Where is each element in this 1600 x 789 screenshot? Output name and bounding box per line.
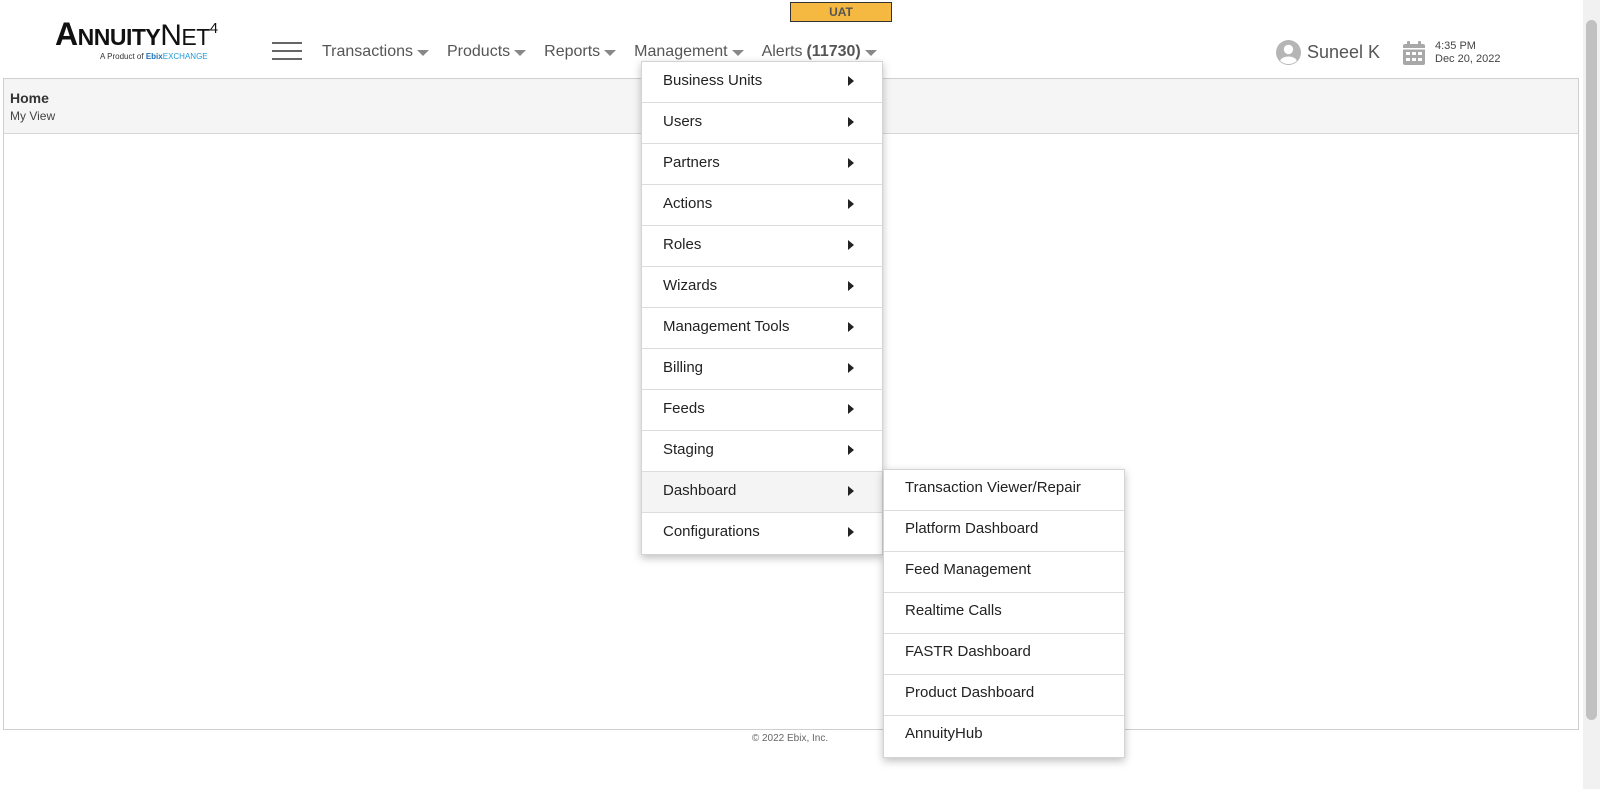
submenu-item-annuityhub[interactable]: AnnuityHub [884,716,1124,757]
copyright-footer: © 2022 Ebix, Inc. [751,733,829,744]
submenu-item-fastr-dashboard[interactable]: FASTR Dashboard [884,634,1124,675]
caret-right-icon [848,76,854,86]
menu-item-management-tools[interactable]: Management Tools [642,308,882,349]
dashboard-submenu: Transaction Viewer/Repair Platform Dashb… [883,469,1125,758]
menu-item-actions[interactable]: Actions [642,185,882,226]
menu-item-partners[interactable]: Partners [642,144,882,185]
nav-reports[interactable]: Reports [544,43,617,61]
datetime-display: 4:35 PM Dec 20, 2022 [1435,40,1500,66]
menu-item-staging[interactable]: Staging [642,431,882,472]
caret-right-icon [848,117,854,127]
scrollbar-thumb[interactable] [1586,20,1597,720]
caret-right-icon [848,445,854,455]
annuitynet-logo[interactable]: ANNUITYNET4 A Product of EbixEXCHANGE [55,16,230,64]
caret-right-icon [848,527,854,537]
page-title: Home [10,90,49,106]
caret-right-icon [848,240,854,250]
caret-down-icon [514,50,527,56]
environment-badge: UAT [790,2,892,22]
alerts-count: (11730) [806,43,861,60]
menu-item-wizards[interactable]: Wizards [642,267,882,308]
menu-item-users[interactable]: Users [642,103,882,144]
user-profile[interactable]: Suneel K [1276,40,1380,65]
nav-products[interactable]: Products [447,43,527,61]
management-dropdown-menu: Business Units Users Partners Actions Ro… [641,61,883,555]
nav-alerts[interactable]: Alerts (11730) [762,43,877,61]
menu-item-feeds[interactable]: Feeds [642,390,882,431]
caret-right-icon [848,486,854,496]
logo-wordmark: ANNUITYNET4 [55,16,218,52]
caret-right-icon [848,281,854,291]
user-name: Suneel K [1307,42,1381,62]
calendar-icon[interactable] [1402,40,1426,66]
page-subtitle: My View [10,109,56,123]
current-time: 4:35 PM [1435,40,1476,52]
logo-tagline: A Product of EbixEXCHANGE [100,52,208,61]
nav-management[interactable]: Management [634,43,744,61]
caret-right-icon [848,199,854,209]
submenu-item-transaction-viewer-repair[interactable]: Transaction Viewer/Repair [884,470,1124,511]
submenu-item-realtime-calls[interactable]: Realtime Calls [884,593,1124,634]
submenu-item-platform-dashboard[interactable]: Platform Dashboard [884,511,1124,552]
caret-right-icon [848,363,854,373]
hamburger-icon[interactable] [272,42,302,60]
menu-item-roles[interactable]: Roles [642,226,882,267]
caret-down-icon [604,50,617,56]
menu-item-billing[interactable]: Billing [642,349,882,390]
caret-down-icon [864,50,877,56]
caret-right-icon [848,158,854,168]
caret-right-icon [848,404,854,414]
caret-down-icon [417,50,429,56]
nav-transactions[interactable]: Transactions [322,43,429,61]
menu-item-configurations[interactable]: Configurations [642,513,882,554]
user-avatar-icon [1276,40,1301,65]
menu-item-dashboard[interactable]: Dashboard [642,472,882,513]
submenu-item-feed-management[interactable]: Feed Management [884,552,1124,593]
caret-down-icon [731,50,744,56]
submenu-item-product-dashboard[interactable]: Product Dashboard [884,675,1124,716]
caret-right-icon [848,322,854,332]
current-date: Dec 20, 2022 [1435,53,1501,65]
menu-item-business-units[interactable]: Business Units [642,62,882,103]
